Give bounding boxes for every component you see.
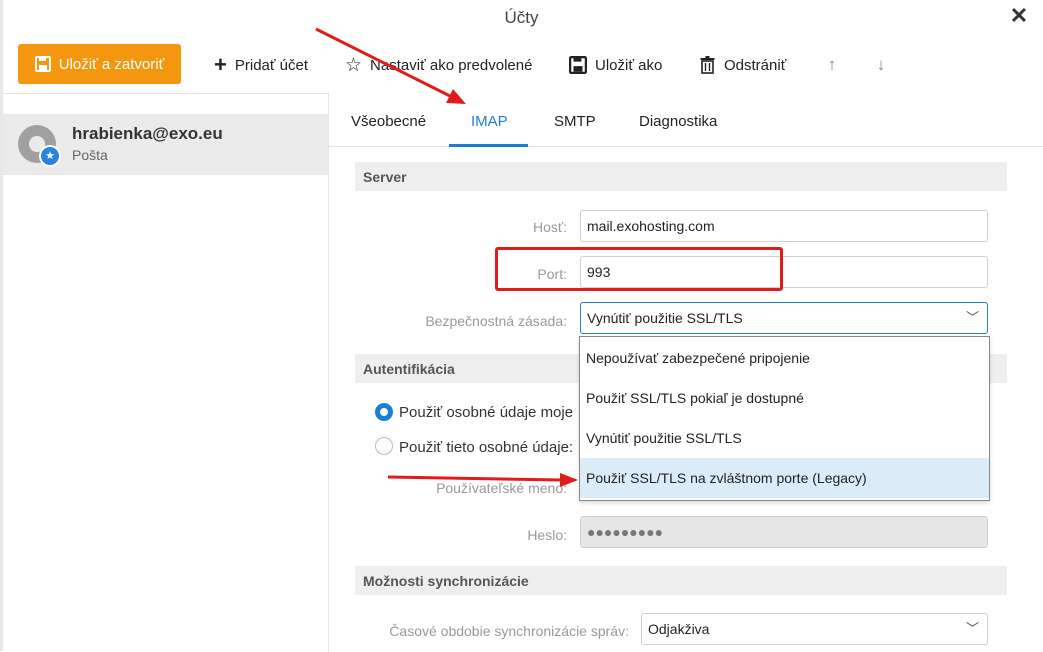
annotation-arrows — [315, 27, 578, 487]
imap-arrow-annotation — [315, 27, 466, 104]
legacy-arrow-annotation — [387, 473, 578, 487]
